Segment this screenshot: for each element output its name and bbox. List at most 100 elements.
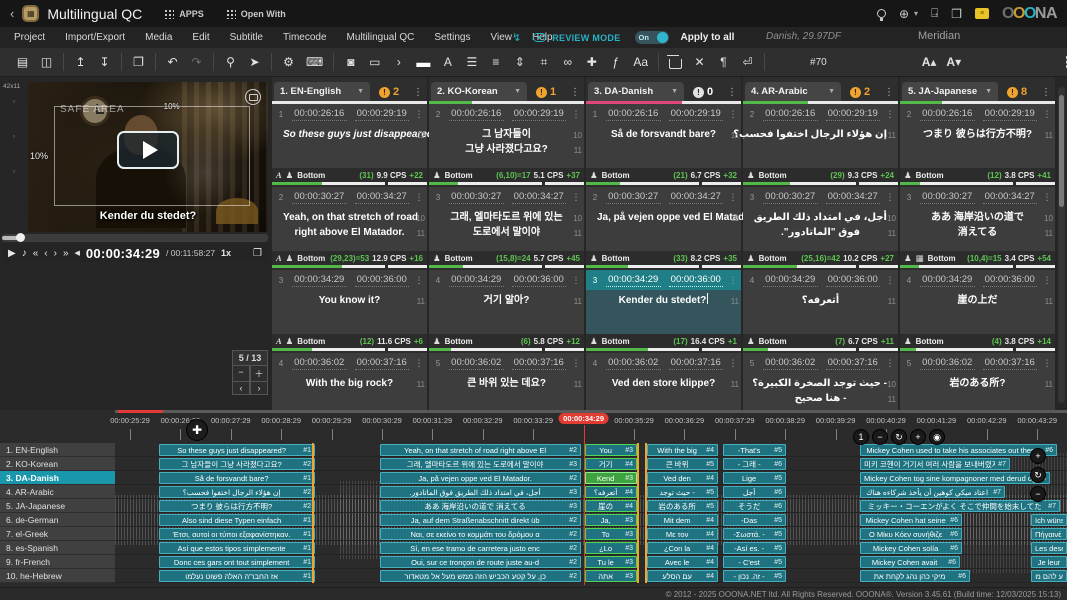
subtitle-line[interactable]: You know it?11 — [272, 293, 427, 308]
step-back-button[interactable]: ‹ — [44, 248, 47, 259]
remove-format-icon[interactable]: ▭ — [368, 54, 381, 70]
italic-function-icon[interactable]: ƒ — [609, 54, 622, 70]
subtitle-card[interactable]: 100:00:26:1600:00:29:19⋮So these guys ju… — [272, 104, 427, 185]
playhead-timecode[interactable]: 00:00:34:29 — [558, 413, 609, 424]
subtitle-block[interactable]: ע להם מסע — [1031, 570, 1067, 582]
subtitle-block[interactable]: つまり 彼らは行方不明?#2 — [159, 500, 315, 512]
subtitle-block[interactable]: إن هؤلاء الرجال اختفوا فحسب؟#2 — [159, 486, 315, 498]
video-settings-icon[interactable]: ◙ — [344, 54, 357, 70]
card-text-area[interactable]: - حيث توجد الصخرة الكبيرة؟10- هنا صحيح11 — [743, 373, 898, 410]
subtitle-line[interactable]: Kender du stedet?11 — [586, 293, 741, 308]
subtitle-block[interactable]: -Das#5 — [723, 514, 786, 526]
card-text-area[interactable]: ああ 海岸沿いの道で10消えてる11 — [900, 207, 1055, 251]
tc-out[interactable]: 00:00:29:19 — [355, 108, 410, 121]
merge-subtitles-icon[interactable]: ∞ — [561, 54, 574, 70]
card-text-area[interactable]: 큰 바위 있는 데요?11 — [429, 373, 584, 410]
menu-project[interactable]: Project — [4, 32, 55, 43]
subtitle-line[interactable]: With the big rock?11 — [272, 376, 427, 391]
playhead-line[interactable] — [584, 425, 586, 585]
subtitle-line[interactable]: فوق "الماتادور".11 — [743, 225, 898, 240]
subtitle-block[interactable]: Ο Μίκυ Κόεν συνήθιζε#6 — [860, 528, 962, 540]
subtitle-block[interactable]: - حيث توجد#5 — [647, 486, 718, 498]
align-center-icon[interactable]: ≡ — [489, 54, 502, 70]
subtitle-block[interactable]: Mickey Cohen tog sine kompagnoner med de… — [860, 472, 1050, 484]
column-menu-icon[interactable]: ⋮ — [570, 87, 582, 98]
jump-end-button[interactable]: » — [63, 248, 69, 259]
undo-icon[interactable]: ↶ — [166, 54, 179, 70]
snapshot-camera-icon[interactable] — [245, 89, 261, 105]
subtitle-block[interactable]: 崖の#4 — [585, 500, 637, 512]
subtitle-block[interactable]: Ja, auf dem Straßenabschnitt direkt üb#2 — [380, 514, 581, 526]
jump-start-button[interactable]: « — [33, 248, 39, 259]
play-button[interactable]: ▶ — [8, 248, 16, 259]
font-increase-button[interactable]: A▴ — [922, 54, 937, 70]
fullscreen-icon[interactable]: ❒ — [951, 7, 962, 21]
subtitle-block[interactable]: Ved den#4 — [647, 472, 718, 484]
card-text-area[interactable]: أتعرفه؟11 — [743, 290, 898, 334]
subtitle-line[interactable]: ああ 海岸沿いの道で10 — [900, 210, 1055, 225]
subtitle-card[interactable]: 500:00:36:0200:00:37:16⋮- حيث توجد الصخر… — [743, 353, 898, 410]
step-forward-button[interactable]: › — [54, 248, 57, 259]
zoom-in-button[interactable]: + — [910, 429, 926, 445]
column-menu-icon[interactable]: ⋮ — [413, 87, 425, 98]
subtitle-card[interactable]: 300:00:30:2700:00:34:27⋮그래, 엘마타도르 위에 있는1… — [429, 187, 584, 268]
add-track-button[interactable]: ✚ — [186, 419, 208, 441]
back-chevron-icon[interactable]: ‹ — [10, 6, 14, 21]
tc-out[interactable]: 00:00:37:16 — [355, 357, 410, 370]
menu-multilingual-qc[interactable]: Multilingual QC — [337, 32, 425, 43]
subtitle-block[interactable]: Mickey Cohen used to take his associates… — [860, 444, 1057, 456]
track-label-7-el-greek[interactable]: 7. el-Greek — [0, 527, 115, 541]
tc-in[interactable]: 00:00:36:02 — [292, 357, 347, 370]
subtitle-block[interactable]: 미키 코헨이 거기서 여러 사람을 보내버렸지#7 — [860, 458, 1010, 470]
save-project-icon[interactable]: ◫ — [40, 54, 53, 70]
goto-icon[interactable]: ➤ — [248, 54, 261, 70]
subtitle-card[interactable]: 200:00:26:1600:00:29:19⋮그 남자들이10그냥 사라졌다고… — [429, 104, 584, 185]
subtitle-line[interactable]: - حيث توجد الصخرة الكبيرة؟10 — [743, 376, 898, 391]
keyboard-shortcuts-icon[interactable]: ⌨ — [306, 54, 323, 70]
subtitle-block[interactable]: Mit dem#4 — [647, 514, 718, 526]
card-menu-icon[interactable]: ⋮ — [414, 109, 424, 120]
card-text-area[interactable]: Kender du stedet?11 — [586, 290, 741, 334]
zoom-out-button[interactable]: − — [872, 429, 888, 445]
subtitle-block[interactable]: Ich wünsc — [1031, 514, 1067, 526]
subtitle-line[interactable]: 그 남자들이10 — [429, 127, 584, 142]
subtitle-block[interactable]: Lige#5 — [723, 472, 786, 484]
subtitle-card[interactable]: 400:00:34:2900:00:36:00⋮崖の上だ11♟Bottom(4)… — [900, 270, 1055, 351]
subtitle-card[interactable]: 200:00:26:1600:00:29:19⋮إن هؤلاء الرجال … — [743, 104, 898, 185]
tc-in[interactable]: 00:00:34:29 — [449, 274, 504, 287]
subtitle-block[interactable]: Ναι, σε εκείνο το κομμάτι του δρόμου α#2 — [380, 528, 581, 540]
tc-in[interactable]: 00:00:34:29 — [763, 274, 818, 287]
card-text-area[interactable]: Ved den store klippe?11 — [586, 373, 741, 410]
subtitle-block[interactable]: -Así es. -#5 — [723, 542, 786, 554]
tc-out[interactable]: 00:00:36:00 — [826, 274, 881, 287]
card-menu-icon[interactable]: ⋮ — [885, 358, 895, 369]
open-project-icon[interactable]: ▤ — [16, 54, 29, 70]
subtitle-card[interactable]: 300:00:30:2700:00:34:27⋮أجل، في امتداد ذ… — [743, 187, 898, 268]
tc-out[interactable]: 00:00:29:19 — [826, 108, 881, 121]
subtitle-block[interactable]: أجل، في امتداد ذلك الطريق فوق الماتادور.… — [380, 486, 581, 498]
subtitle-line[interactable]: - هنا صحيح11 — [743, 391, 898, 406]
column-menu-icon[interactable]: ⋮ — [884, 87, 896, 98]
tc-in[interactable]: 00:00:26:16 — [449, 108, 504, 121]
subtitle-block[interactable]: -Σωστά. -#5 — [723, 528, 786, 540]
subtitle-line[interactable]: 그래, 엘마타도르 위에 있는10 — [429, 210, 584, 225]
column-language-select[interactable]: 4. AR-Arabic▼ — [745, 82, 841, 101]
tc-out[interactable]: 00:00:34:27 — [826, 191, 881, 204]
track-label-1-en-english[interactable]: 1. EN-English — [0, 443, 115, 457]
subtitle-line[interactable]: 거기 알아?11 — [429, 293, 584, 308]
menu-media[interactable]: Media — [135, 32, 182, 43]
subtitle-block[interactable]: Ja,#3 — [585, 514, 637, 526]
reset-zoom-v-button[interactable]: ↻ — [1030, 467, 1046, 483]
tc-in[interactable]: 00:00:36:02 — [920, 357, 975, 370]
subtitle-block[interactable]: - זה. נכון -#5 — [723, 570, 786, 582]
subtitle-block[interactable]: Πήγαινέ το — [1031, 528, 1067, 540]
subtitle-block[interactable]: Oui, sur ce tronçon de route juste au-d#… — [380, 556, 581, 568]
zoom-in-v-button[interactable]: + — [1030, 448, 1046, 464]
layer-one-button[interactable]: 1 — [853, 429, 869, 445]
subtitle-card[interactable]: 500:00:36:0200:00:37:16⋮큰 바위 있는 데요?11♟Bo… — [429, 353, 584, 410]
playback-speed[interactable]: 1x — [221, 248, 231, 258]
language-globe-icon[interactable]: ⊕ — [899, 7, 909, 21]
tc-out[interactable]: 00:00:29:19 — [669, 108, 724, 121]
subtitle-block[interactable]: מיקי כהן נהג לקחת את#6 — [860, 570, 970, 582]
card-text-area[interactable]: つまり 彼らは行方不明?11 — [900, 124, 1055, 168]
